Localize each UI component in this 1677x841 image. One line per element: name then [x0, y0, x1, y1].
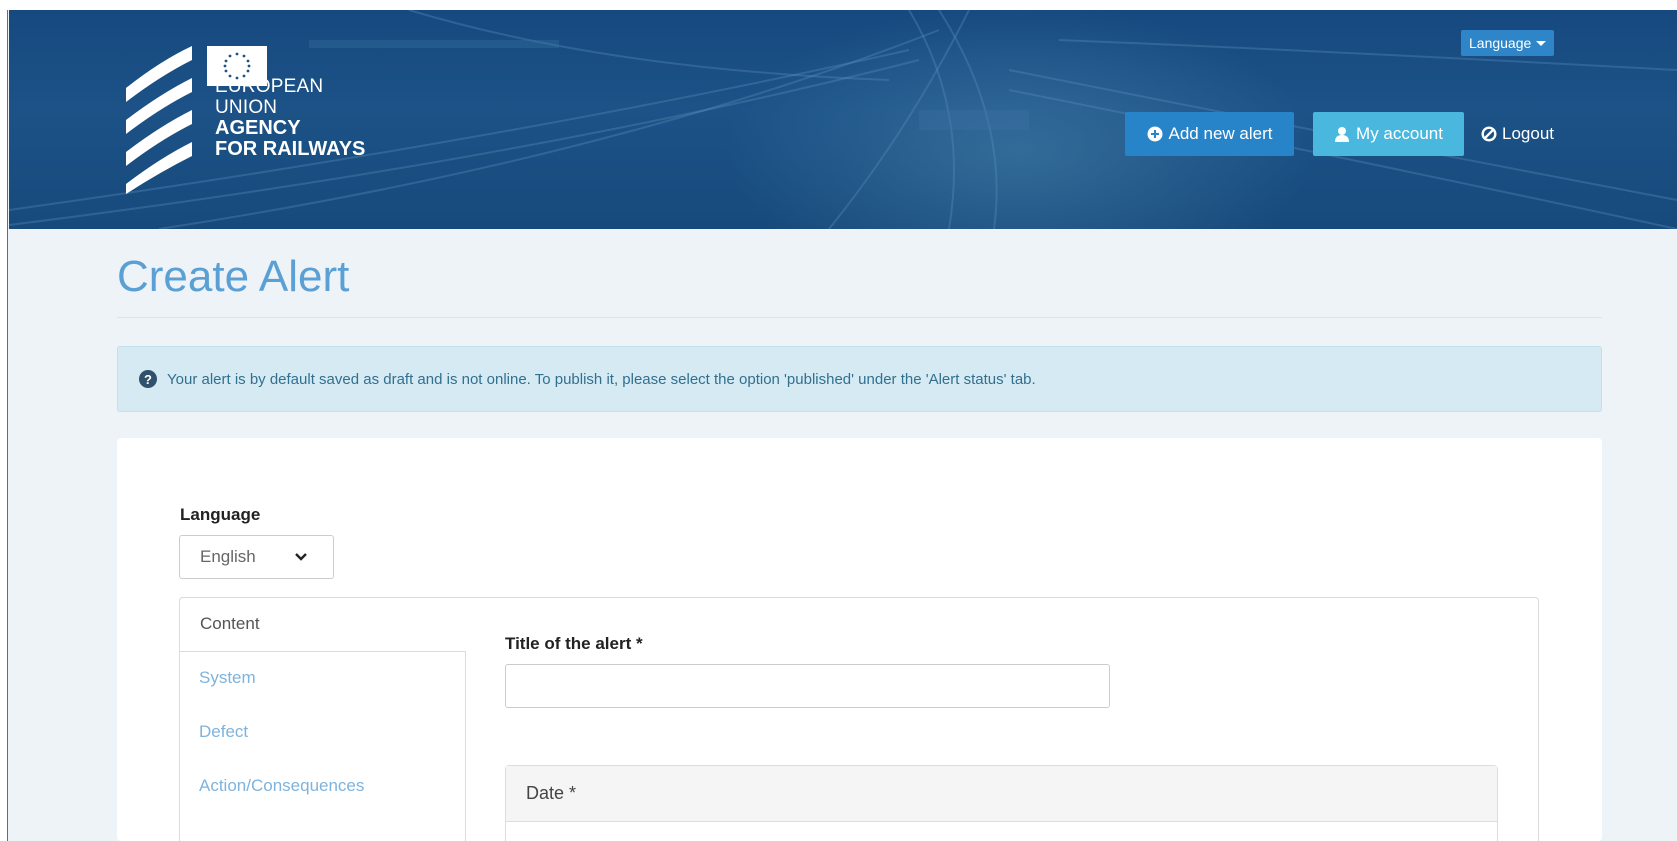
- tab-system[interactable]: System: [199, 668, 256, 688]
- logout-link[interactable]: Logout: [1481, 122, 1554, 146]
- language-button-label: Language: [1469, 35, 1532, 51]
- alert-title-input[interactable]: [505, 664, 1110, 708]
- chevron-down-icon: [295, 553, 307, 561]
- question-circle-icon: ?: [139, 370, 157, 388]
- window-left-edge: [0, 10, 8, 841]
- logo-line-3: AGENCY: [215, 117, 301, 139]
- logo-line-2: UNION: [215, 97, 278, 118]
- add-new-alert-button[interactable]: Add new alert: [1125, 112, 1294, 156]
- add-new-alert-label: Add new alert: [1168, 124, 1273, 143]
- language-dropdown-button[interactable]: Language: [1461, 30, 1555, 56]
- user-icon: [1335, 127, 1350, 142]
- tab-content[interactable]: Content: [179, 597, 466, 652]
- language-select[interactable]: English: [179, 535, 334, 579]
- logo-wordmark: EUROPEAN UNION AGENCY FOR RAILWAYS: [215, 76, 365, 160]
- plus-circle-icon: [1147, 126, 1163, 142]
- tab-action-consequences[interactable]: Action/Consequences: [199, 776, 364, 796]
- logout-label: Logout: [1502, 124, 1554, 143]
- page-title: Create Alert: [117, 252, 350, 301]
- tab-content-label: Content: [200, 614, 260, 633]
- ban-icon: [1481, 126, 1497, 142]
- language-select-value: English: [200, 547, 256, 566]
- my-account-label: My account: [1356, 124, 1443, 143]
- info-alert: ? Your alert is by default saved as draf…: [117, 346, 1602, 412]
- active-tab-underline: [179, 651, 466, 652]
- tab-nav-separator: [465, 651, 466, 841]
- my-account-button[interactable]: My account: [1313, 112, 1464, 156]
- logo-line-1: EUROPEAN: [215, 76, 324, 97]
- caret-down-icon: [1536, 40, 1547, 46]
- tab-defect[interactable]: Defect: [199, 722, 248, 742]
- info-alert-message: Your alert is by default saved as draft …: [167, 370, 1036, 388]
- title-divider: [117, 317, 1602, 318]
- logo-line-4: FOR RAILWAYS: [215, 138, 366, 160]
- language-label: Language: [180, 505, 261, 524]
- date-panel-heading: Date *: [506, 766, 1497, 822]
- window-top-edge: [0, 0, 1677, 10]
- alert-title-label: Title of the alert *: [505, 634, 643, 653]
